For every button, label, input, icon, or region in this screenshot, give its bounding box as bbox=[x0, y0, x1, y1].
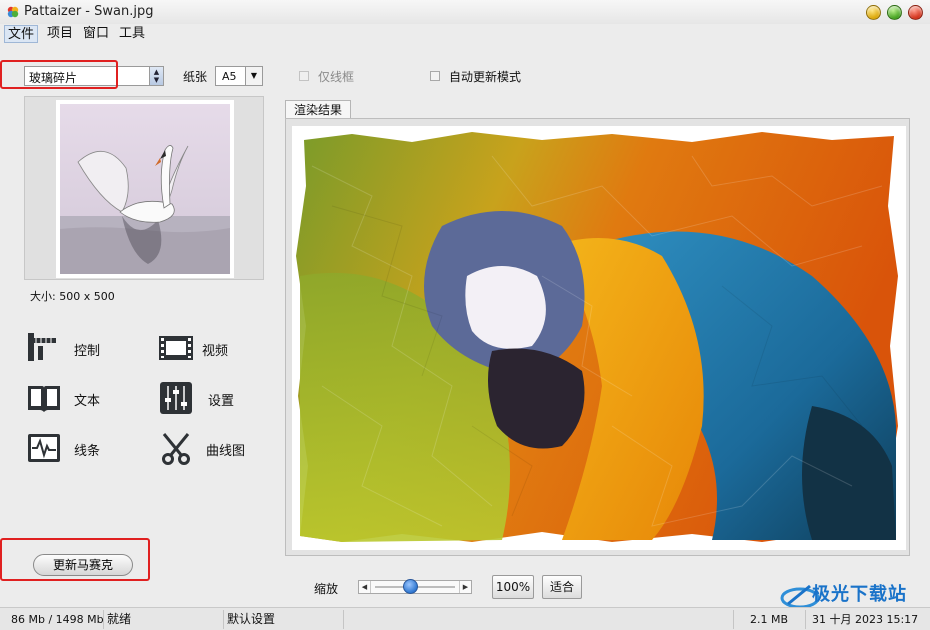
file-size-status: 2.1 MB bbox=[733, 610, 805, 629]
app-logo-icon bbox=[7, 6, 19, 18]
tool-label: 设置 bbox=[208, 394, 235, 409]
sliders-icon bbox=[160, 382, 192, 414]
preset-status: 默认设置 bbox=[223, 610, 343, 629]
watermark-text: 极光下载站 bbox=[812, 584, 907, 605]
auto-update-label: 自动更新模式 bbox=[449, 70, 522, 84]
memory-status: 86 Mb / 1498 Mb bbox=[11, 613, 104, 626]
lines-only-checkbox[interactable] bbox=[299, 71, 309, 81]
auto-update-checkbox[interactable] bbox=[430, 71, 440, 81]
tool-label: 曲线图 bbox=[206, 444, 246, 459]
scissors-icon bbox=[162, 433, 190, 465]
ruler-icon bbox=[28, 333, 56, 361]
menu-window[interactable]: 窗口 bbox=[80, 25, 112, 43]
ready-status: 就绪 bbox=[103, 610, 223, 629]
paper-label: 纸张 bbox=[183, 70, 208, 84]
tab-render-result[interactable]: 渲染结果 bbox=[285, 100, 351, 119]
mosaic-render-canvas[interactable] bbox=[292, 126, 906, 550]
paper-size-value: A5 bbox=[222, 70, 237, 83]
tool-label: 文本 bbox=[74, 394, 101, 409]
film-icon bbox=[159, 336, 193, 360]
waveform-icon bbox=[28, 434, 60, 462]
zoom-100-button[interactable]: 100% bbox=[492, 575, 534, 599]
arrow-left-icon[interactable]: ◀ bbox=[359, 581, 371, 593]
menu-file[interactable]: 文件 bbox=[4, 25, 39, 43]
tool-label: 视频 bbox=[202, 344, 229, 359]
source-image-thumbnail[interactable] bbox=[60, 104, 230, 274]
image-size-label: 大小: 500 x 500 bbox=[30, 290, 115, 303]
chevron-down-icon[interactable]: ▼ bbox=[245, 67, 262, 85]
maximize-button[interactable] bbox=[887, 5, 902, 20]
zoom-fit-button[interactable]: 适合 bbox=[542, 575, 582, 599]
tool-label: 线条 bbox=[74, 444, 101, 459]
spinner-arrows-icon[interactable]: ▲ ▼ bbox=[149, 67, 163, 85]
window-title: Pattaizer - Swan.jpg bbox=[24, 4, 154, 19]
status-spacer bbox=[343, 610, 733, 629]
zoom-label: 缩放 bbox=[314, 582, 339, 596]
lines-only-label: 仅线框 bbox=[318, 70, 355, 84]
minimize-button[interactable] bbox=[866, 5, 881, 20]
date-status: 31 十月 2023 15:17 bbox=[805, 610, 930, 629]
status-bar: 86 Mb / 1498 Mb 就绪 默认设置 2.1 MB 31 十月 202… bbox=[0, 607, 930, 630]
menu-project[interactable]: 项目 bbox=[44, 25, 76, 43]
menu-tools[interactable]: 工具 bbox=[116, 25, 148, 43]
highlight-box bbox=[0, 538, 150, 581]
arrow-right-icon[interactable]: ▶ bbox=[459, 581, 471, 593]
book-icon bbox=[28, 386, 60, 412]
close-button[interactable] bbox=[908, 5, 923, 20]
tool-label: 控制 bbox=[74, 344, 101, 359]
paper-size-select[interactable]: A5 ▼ bbox=[215, 66, 263, 86]
menu-bar: 文件 项目 窗口 工具 bbox=[0, 24, 930, 44]
highlight-box bbox=[0, 60, 118, 89]
